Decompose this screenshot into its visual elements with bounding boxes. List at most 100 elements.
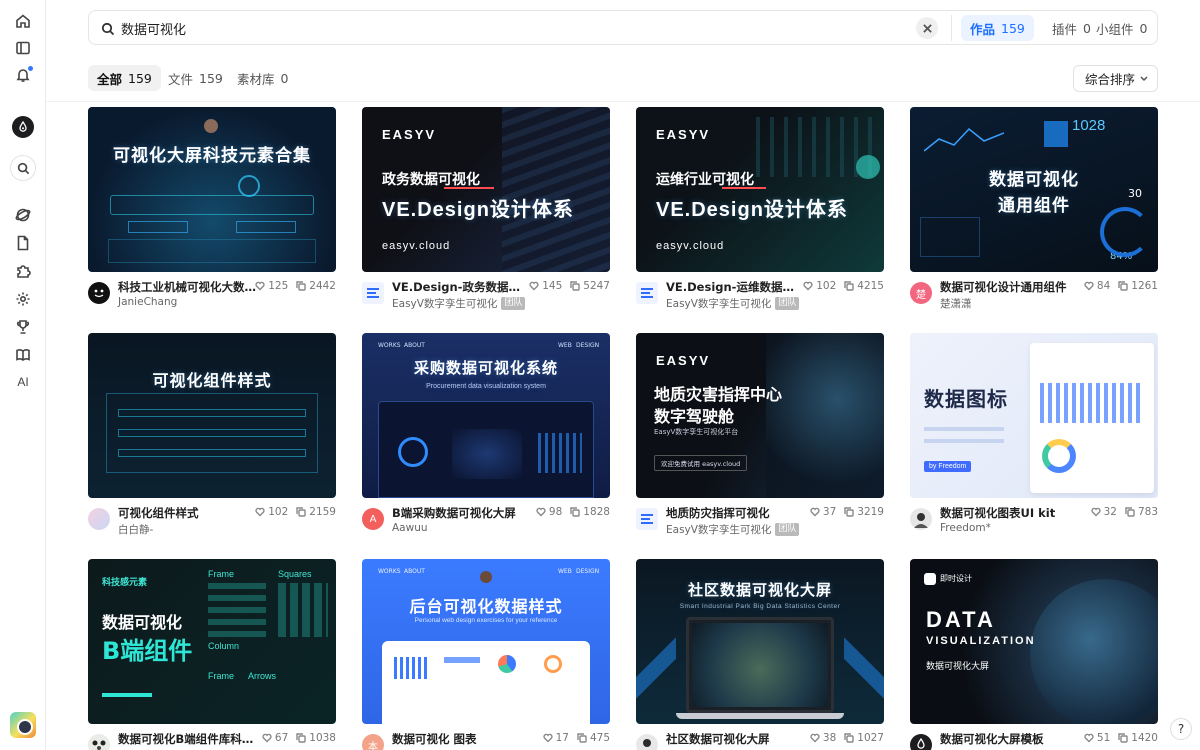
explore-icon[interactable] xyxy=(12,204,34,226)
card-title[interactable]: VE.Design-运维数据可视化 xyxy=(666,279,804,295)
card-author[interactable]: 楚潇潇 xyxy=(940,296,972,311)
author-avatar[interactable]: 楚 xyxy=(910,282,932,304)
home-icon[interactable] xyxy=(12,10,34,32)
copy-icon xyxy=(296,281,306,291)
card-title[interactable]: 科技工业机械可视化大数据… xyxy=(118,279,256,295)
filter-tab-all[interactable]: 全部 159 xyxy=(88,65,161,91)
card-thumbnail[interactable]: 数据图标 by Freedom xyxy=(910,333,1158,498)
copy-icon xyxy=(844,281,854,291)
thumbnail-title: 采购数据可视化系统 xyxy=(413,359,558,377)
author-avatar[interactable] xyxy=(88,508,110,530)
author-avatar[interactable] xyxy=(636,734,658,750)
card-thumbnail[interactable]: EASYV 地质灾害指挥中心 数字驾驶舱 EasyV数字孪生可视化平台 欢迎免费… xyxy=(636,333,884,498)
thumbnail-nav: WORKS xyxy=(378,568,401,575)
scope-tab-count: 0 xyxy=(1139,20,1148,36)
file-icon[interactable] xyxy=(12,232,34,254)
result-card[interactable]: 数据图标 by Freedom 数据可视化图表UI kit Freedom* 3… xyxy=(910,333,1158,543)
copy-count: 2159 xyxy=(309,506,336,518)
card-thumbnail[interactable]: WORKS ABOUT WEB DESIGN 采购数据可视化系统 Procure… xyxy=(362,333,610,498)
result-card[interactable]: EASYV 政务数据可视化 VE.Design设计体系 easyv.cloud … xyxy=(362,107,610,317)
card-title[interactable]: 地质防灾指挥可视化 xyxy=(666,505,804,521)
thumbnail-nav: WEB xyxy=(558,342,572,349)
card-thumbnail[interactable]: EASYV 运维行业可视化 VE.Design设计体系 easyv.cloud xyxy=(636,107,884,272)
card-title[interactable]: 数据可视化设计通用组件 xyxy=(940,279,1078,295)
card-author[interactable]: JanieChang xyxy=(118,296,177,308)
help-button[interactable]: ? xyxy=(1170,718,1192,740)
author-avatar[interactable] xyxy=(636,508,658,530)
result-card[interactable]: 即时设计 DATA VISUALIZATION 数据可视化大屏 数据可视化大屏模… xyxy=(910,559,1158,750)
card-title[interactable]: 数据可视化 图表 xyxy=(392,731,530,747)
bell-icon[interactable] xyxy=(12,64,34,86)
plugin-icon[interactable] xyxy=(12,260,34,282)
card-author[interactable]: Aawuu xyxy=(392,522,428,534)
thumbnail-title: 数据图标 xyxy=(924,387,1008,411)
card-title[interactable]: 可视化组件样式 xyxy=(118,505,256,521)
ai-button[interactable]: AI xyxy=(10,375,36,389)
author-avatar[interactable] xyxy=(362,282,384,304)
result-card[interactable]: WORKS ABOUT WEB DESIGN 后台可视化数据样式 Persona… xyxy=(362,559,610,750)
brand-logo-icon[interactable] xyxy=(12,116,34,138)
card-author[interactable]: EasyV数字孪生可视化 团队 xyxy=(666,296,800,311)
result-card[interactable]: EASYV 运维行业可视化 VE.Design设计体系 easyv.cloud … xyxy=(636,107,884,317)
filter-tab-libraries[interactable]: 素材库 0 xyxy=(228,65,297,91)
result-card[interactable]: 可视化组件样式 可视化组件样式 白白静- 102 2159 xyxy=(88,333,336,543)
rail-search-icon[interactable] xyxy=(10,155,36,181)
filter-tab-label: 全部 xyxy=(97,71,123,87)
card-author[interactable]: EasyV数字孪生可视化 团队 xyxy=(666,522,800,537)
card-thumbnail[interactable]: 即时设计 DATA VISUALIZATION 数据可视化大屏 xyxy=(910,559,1158,724)
chevron-down-icon xyxy=(1140,76,1148,82)
author-avatar[interactable] xyxy=(88,282,110,304)
result-card[interactable]: WORKS ABOUT WEB DESIGN 采购数据可视化系统 Procure… xyxy=(362,333,610,543)
trophy-icon[interactable] xyxy=(12,316,34,338)
heart-icon xyxy=(542,733,553,743)
scope-tab-works[interactable]: 作品 159 xyxy=(961,15,1034,41)
sidebar-toggle-icon[interactable] xyxy=(12,37,34,59)
author-avatar[interactable] xyxy=(910,508,932,530)
card-title[interactable]: 数据可视化大屏模板 xyxy=(940,731,1078,747)
card-title[interactable]: VE.Design-政务数据可视化 xyxy=(392,279,530,295)
card-author[interactable]: Freedom* xyxy=(940,522,991,534)
card-author[interactable]: EasyV数字孪生可视化 团队 xyxy=(392,296,526,311)
author-name: JanieChang xyxy=(118,296,178,308)
card-thumbnail[interactable]: 社区数据可视化大屏 Smart Industrial Park Big Data… xyxy=(636,559,884,724)
search-bar: 作品 159 插件 0 小组件 0 xyxy=(88,10,1158,45)
clear-search-button[interactable] xyxy=(916,17,938,39)
sort-dropdown[interactable]: 综合排序 xyxy=(1073,65,1158,92)
author-avatar[interactable]: 本 xyxy=(362,734,384,750)
card-thumbnail[interactable]: 可视化大屏科技元素合集 xyxy=(88,107,336,272)
card-title[interactable]: B端采购数据可视化大屏 xyxy=(392,505,530,521)
thumbnail-title: DATA xyxy=(926,607,996,632)
card-thumbnail[interactable]: WORKS ABOUT WEB DESIGN 后台可视化数据样式 Persona… xyxy=(362,559,610,724)
result-card[interactable]: EASYV 地质灾害指挥中心 数字驾驶舱 EasyV数字孪生可视化平台 欢迎免费… xyxy=(636,333,884,543)
author-avatar[interactable]: A xyxy=(362,508,384,530)
search-input[interactable] xyxy=(121,17,881,39)
author-avatar[interactable] xyxy=(636,282,658,304)
card-title[interactable]: 数据可视化图表UI kit xyxy=(940,505,1078,521)
card-title[interactable]: 社区数据可视化大屏 xyxy=(666,731,804,747)
card-stats: 51 1420 xyxy=(1084,732,1158,744)
filter-tab-files[interactable]: 文件 159 xyxy=(159,65,232,91)
gear-icon[interactable] xyxy=(12,288,34,310)
scope-tab-widgets[interactable]: 小组件 0 xyxy=(1087,15,1156,41)
result-card[interactable]: 社区数据可视化大屏 Smart Industrial Park Big Data… xyxy=(636,559,884,750)
card-thumbnail[interactable]: 科技感元素 数据可视化 B端组件 Frame Squares Column Fr… xyxy=(88,559,336,724)
result-card[interactable]: 可视化大屏科技元素合集 科技工业机械可视化大数据… JanieChang 125… xyxy=(88,107,336,317)
card-thumbnail[interactable]: EASYV 政务数据可视化 VE.Design设计体系 easyv.cloud xyxy=(362,107,610,272)
copy-count: 4215 xyxy=(857,280,884,292)
book-icon[interactable] xyxy=(12,344,34,366)
result-card[interactable]: 1028 30 84% 数据可视化 通用组件 楚 数据可视化设计通用组件 楚潇潇… xyxy=(910,107,1158,317)
user-avatar[interactable] xyxy=(10,712,36,738)
author-avatar[interactable] xyxy=(910,734,932,750)
author-avatar[interactable] xyxy=(88,734,110,750)
author-name: 白白静- xyxy=(118,524,154,536)
card-title[interactable]: 数据可视化B端组件库科技… xyxy=(118,731,256,747)
result-card[interactable]: 科技感元素 数据可视化 B端组件 Frame Squares Column Fr… xyxy=(88,559,336,750)
card-thumbnail[interactable]: 1028 30 84% 数据可视化 通用组件 xyxy=(910,107,1158,272)
app-root: AI 作品 159 插件 0 小组件 0 全部 159 文件 159 素材库 0 综合排序 xyxy=(0,0,1200,750)
card-stats: 17 475 xyxy=(542,732,610,744)
card-author[interactable]: 白白静- xyxy=(118,522,153,537)
header-divider xyxy=(46,101,1200,102)
like-count: 37 xyxy=(822,506,837,518)
thumbnail-subtitle: Personal web design exercises for your r… xyxy=(414,617,558,624)
card-thumbnail[interactable]: 可视化组件样式 xyxy=(88,333,336,498)
